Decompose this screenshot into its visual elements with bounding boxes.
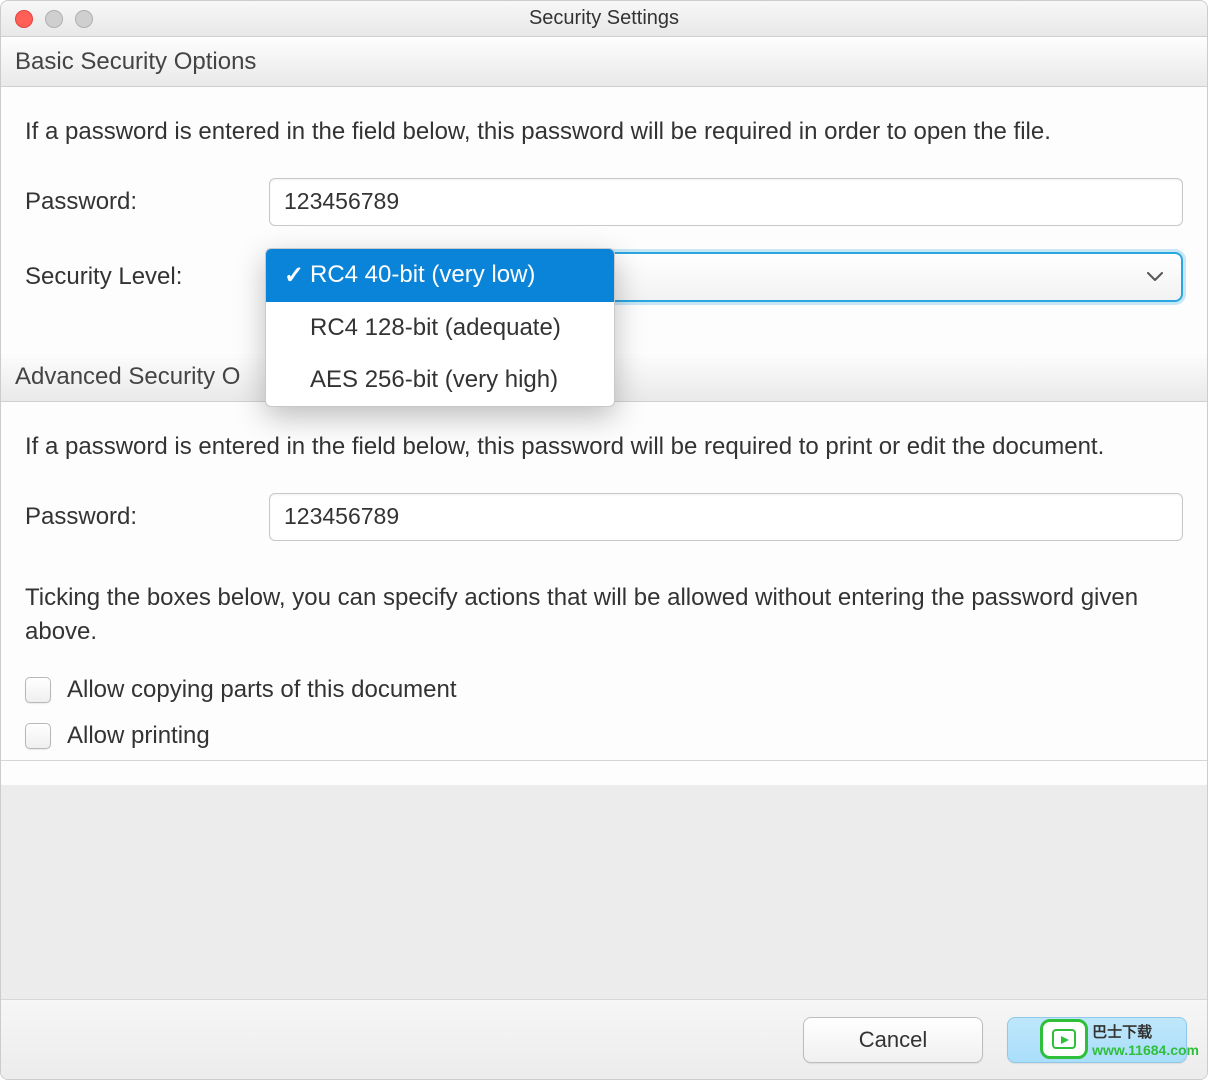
- security-settings-window: Security Settings Basic Security Options…: [0, 0, 1208, 1080]
- advanced-section-body: If a password is entered in the field be…: [1, 402, 1207, 785]
- advanced-password-label: Password:: [25, 503, 269, 531]
- advanced-description: If a password is entered in the field be…: [25, 430, 1183, 465]
- allow-printing-checkbox[interactable]: [25, 723, 51, 749]
- allow-copying-label: Allow copying parts of this document: [67, 676, 457, 704]
- chevron-down-icon: [1147, 266, 1163, 287]
- option-label: RC4 128-bit (adequate): [310, 314, 561, 342]
- security-level-dropdown: ✓ RC4 40-bit (very low) RC4 128-bit (ade…: [265, 248, 615, 407]
- basic-section-body: If a password is entered in the field be…: [1, 87, 1207, 352]
- allow-printing-label: Allow printing: [67, 722, 210, 750]
- security-level-label: Security Level:: [25, 263, 269, 291]
- cancel-button-label: Cancel: [859, 1027, 927, 1053]
- window-title: Security Settings: [1, 7, 1207, 30]
- basic-password-row: Password:: [25, 178, 1183, 226]
- basic-password-label: Password:: [25, 188, 269, 216]
- ok-button[interactable]: [1007, 1017, 1187, 1063]
- security-level-select-wrap: ✓ RC4 40-bit (very low) RC4 128-bit (ade…: [269, 252, 1183, 302]
- tick-description: Ticking the boxes below, you can specify…: [25, 581, 1183, 651]
- security-level-option-aes-256[interactable]: AES 256-bit (very high): [266, 354, 614, 406]
- dialog-footer: Cancel: [1, 999, 1207, 1079]
- option-label: RC4 40-bit (very low): [310, 261, 535, 289]
- advanced-password-row: Password:: [25, 493, 1183, 541]
- titlebar: Security Settings: [1, 1, 1207, 37]
- allow-copying-row: Allow copying parts of this document: [25, 676, 1183, 704]
- security-level-option-rc4-128[interactable]: RC4 128-bit (adequate): [266, 302, 614, 354]
- check-icon: ✓: [284, 261, 310, 290]
- cancel-button[interactable]: Cancel: [803, 1017, 983, 1063]
- advanced-section-header-text: Advanced Security O: [15, 363, 240, 390]
- security-level-option-rc4-40[interactable]: ✓ RC4 40-bit (very low): [266, 249, 614, 302]
- allow-copying-checkbox[interactable]: [25, 677, 51, 703]
- allow-printing-row: Allow printing: [25, 722, 1183, 750]
- security-level-row: Security Level: ✓ RC4 40-bit (very low): [25, 252, 1183, 302]
- advanced-password-input[interactable]: [269, 493, 1183, 541]
- divider: [1, 760, 1207, 761]
- basic-section-header: Basic Security Options: [1, 37, 1207, 87]
- option-label: AES 256-bit (very high): [310, 366, 558, 394]
- basic-password-input[interactable]: [269, 178, 1183, 226]
- basic-description: If a password is entered in the field be…: [25, 115, 1183, 150]
